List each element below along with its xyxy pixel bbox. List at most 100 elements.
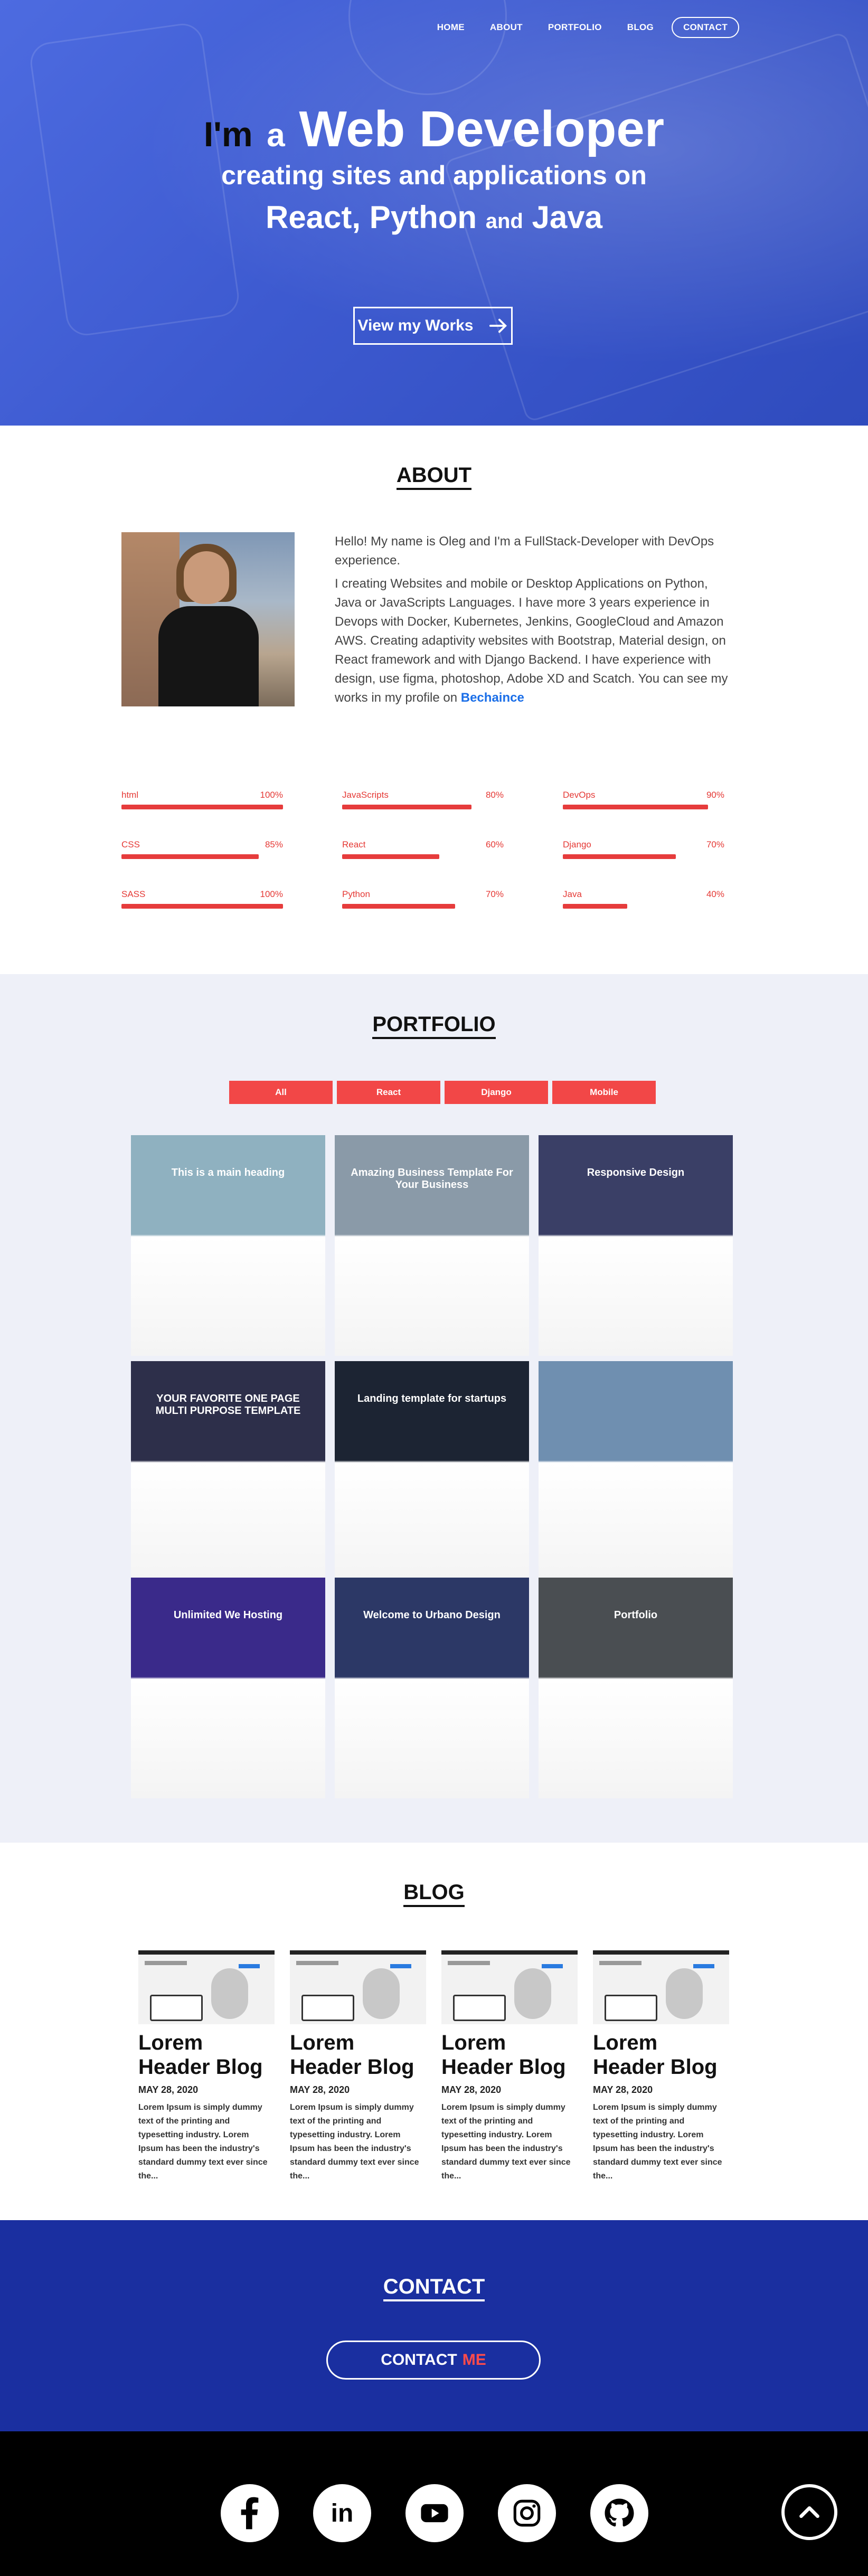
skill-bar-item: Django 70% [563, 839, 724, 866]
github-icon[interactable] [590, 2484, 648, 2542]
skill-percent: 85% [265, 839, 283, 850]
about-text: Hello! My name is Oleg and I'm a FullSta… [335, 532, 736, 712]
blog-card[interactable]: Lorem Header Blog MAY 28, 2020 Lorem Ipsum… [138, 1950, 275, 2183]
linkedin-icon[interactable]: in [313, 2484, 371, 2542]
skill-bar-fill [121, 854, 259, 859]
blog-post-title[interactable]: Lorem Header Blog [290, 2031, 426, 2079]
blog-post-date: MAY 28, 2020 [290, 2084, 350, 2095]
nav-contact-button[interactable]: CONTACT [672, 17, 739, 38]
nav-blog[interactable]: BLOG [627, 22, 654, 33]
blog-card[interactable]: Lorem Header Blog MAY 28, 2020 Lorem Ipsum… [290, 1950, 426, 2183]
hero-headline: I'm a Web Developer [0, 100, 868, 165]
blog-post-excerpt: Lorem Ipsum is simply dummy text of the … [593, 2103, 722, 2181]
about-intro: Hello! My name is Oleg and I'm a FullSta… [335, 534, 714, 568]
bechaince-link[interactable]: Bechaince [461, 691, 524, 705]
skill-bar-item: Python 70% [342, 889, 504, 916]
skill-name: Python [342, 889, 370, 899]
blog-post-title[interactable]: Lorem Header Blog [593, 2031, 729, 2079]
portfolio-title: PORTFOLIO [0, 1013, 868, 1039]
portfolio-tile[interactable] [539, 1361, 733, 1582]
blog-post-date: MAY 28, 2020 [441, 2084, 502, 2095]
skill-percent: 40% [706, 889, 724, 899]
view-works-label: View my Works [357, 317, 474, 334]
portfolio-tile-caption: Responsive Design [587, 1167, 685, 1178]
skill-percent: 70% [706, 839, 724, 850]
portfolio-tile[interactable]: Unlimited We Hosting [131, 1578, 325, 1798]
nav-portfolio[interactable]: PORTFOLIO [548, 22, 602, 33]
portfolio-tile-caption: Unlimited We Hosting [173, 1609, 283, 1621]
skill-bar-fill [563, 854, 676, 859]
cup-decoration [348, 0, 507, 95]
contact-title: CONTACT [0, 2275, 868, 2301]
contact-me-button[interactable]: CONTACT ME [326, 2341, 541, 2380]
skill-bar-fill [563, 805, 709, 809]
portfolio-tile[interactable]: Landing template for startups [335, 1361, 529, 1582]
skill-percent: 90% [706, 790, 724, 800]
youtube-icon[interactable] [405, 2484, 464, 2542]
hero-tech-2: Java [532, 200, 603, 235]
hero-tech: React, Python and Java [0, 196, 868, 242]
portfolio-tile-caption: Welcome to Urbano Design [363, 1609, 501, 1621]
skill-percent: 100% [260, 790, 283, 800]
portfolio-tile-caption: Portfolio [614, 1609, 658, 1621]
skill-bar-item: DevOps 90% [563, 790, 724, 816]
blog-post-excerpt: Lorem Ipsum is simply dummy text of the … [290, 2103, 419, 2181]
skill-name: CSS [121, 839, 140, 850]
skill-name: JavaScripts [342, 790, 389, 800]
skill-bar-item: React 60% [342, 839, 504, 866]
skill-bar-fill [342, 854, 439, 859]
skill-bar-item: CSS 85% [121, 839, 283, 866]
blog-title: BLOG [0, 1881, 868, 1907]
skill-bar-item: SASS 100% [121, 889, 283, 916]
portfolio-tile[interactable]: Welcome to Urbano Design [335, 1578, 529, 1798]
blog-thumbnail [290, 1950, 426, 2024]
filter-mobile-button[interactable]: Mobile [552, 1081, 656, 1104]
skill-bar-item: JavaScripts 80% [342, 790, 504, 816]
portfolio-tile-caption: Landing template for startups [357, 1393, 507, 1404]
about-title: ABOUT [0, 464, 868, 490]
filter-django-button[interactable]: Django [445, 1081, 548, 1104]
portfolio-tile-caption: Amazing Business Template For Your Busin… [351, 1167, 513, 1191]
skill-bar-fill [342, 805, 471, 809]
portfolio-tile-caption: YOUR FAVORITE ONE PAGE MULTI PURPOSE TEM… [155, 1393, 301, 1417]
nav-about[interactable]: ABOUT [490, 22, 523, 33]
skill-name: SASS [121, 889, 146, 899]
facebook-icon[interactable] [221, 2484, 279, 2542]
view-works-button[interactable]: View my Works [353, 307, 513, 345]
hero-section: HOME ABOUT PORTFOLIO BLOG CONTACT I'm a … [0, 0, 868, 426]
contact-section [0, 2220, 868, 2431]
skill-bar-fill [121, 904, 283, 909]
blog-thumbnail [138, 1950, 275, 2024]
skill-name: DevOps [563, 790, 596, 800]
skill-name: html [121, 790, 139, 800]
hero-subline: creating sites and applications on [221, 161, 647, 190]
blog-post-title[interactable]: Lorem Header Blog [138, 2031, 275, 2079]
blog-thumbnail [593, 1950, 729, 2024]
chevron-up-icon[interactable] [781, 2484, 837, 2540]
portfolio-tile[interactable]: Responsive Design [539, 1135, 733, 1356]
skill-bar-fill [121, 805, 283, 809]
blog-post-date: MAY 28, 2020 [593, 2084, 653, 2095]
arrow-right-icon [489, 318, 507, 333]
skill-percent: 80% [485, 790, 504, 800]
hero-role: Web Developer [299, 101, 665, 157]
hero-tech-1: React, Python [265, 200, 477, 235]
blog-post-excerpt: Lorem Ipsum is simply dummy text of the … [138, 2103, 268, 2181]
skill-percent: 60% [485, 839, 504, 850]
instagram-icon[interactable] [498, 2484, 556, 2542]
filter-all-button[interactable]: All [229, 1081, 333, 1104]
blog-post-date: MAY 28, 2020 [138, 2084, 199, 2095]
blog-card[interactable]: Lorem Header Blog MAY 28, 2020 Lorem Ipsum… [441, 1950, 578, 2183]
portfolio-tile[interactable]: This is a main heading [131, 1135, 325, 1356]
blog-post-title[interactable]: Lorem Header Blog [441, 2031, 578, 2079]
portfolio-tile[interactable]: Amazing Business Template For Your Busin… [335, 1135, 529, 1356]
nav-home[interactable]: HOME [437, 22, 465, 33]
skill-bar-item: html 100% [121, 790, 283, 816]
portfolio-tile[interactable]: YOUR FAVORITE ONE PAGE MULTI PURPOSE TEM… [131, 1361, 325, 1582]
filter-react-button[interactable]: React [337, 1081, 440, 1104]
skill-percent: 70% [485, 889, 504, 899]
blog-card[interactable]: Lorem Header Blog MAY 28, 2020 Lorem Ipsum… [593, 1950, 729, 2183]
portfolio-tile[interactable]: Portfolio [539, 1578, 733, 1798]
hero-and: and [485, 210, 523, 233]
profile-photo [121, 532, 295, 706]
